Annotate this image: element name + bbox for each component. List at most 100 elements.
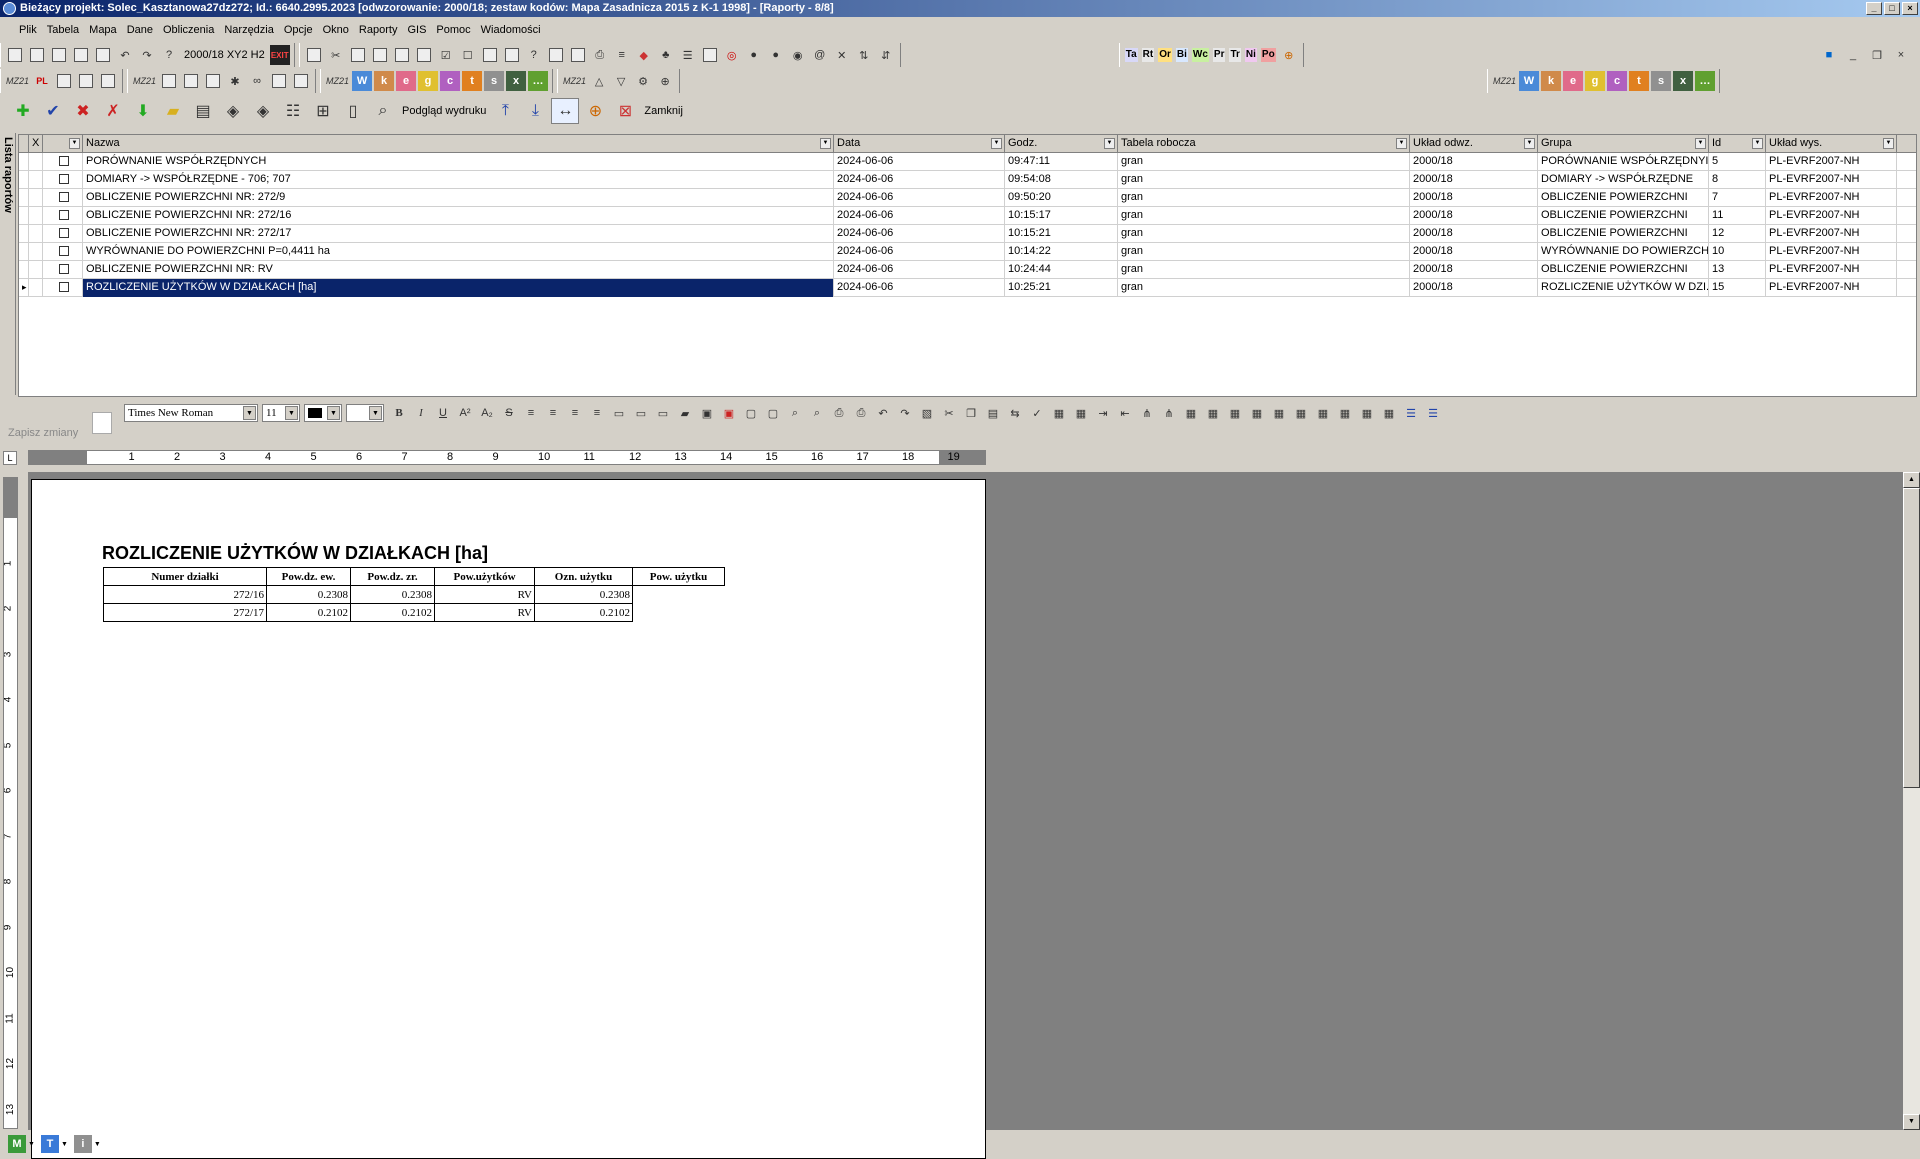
car-icon[interactable]: ● bbox=[744, 45, 764, 65]
w-layer-icon-2[interactable]: W bbox=[1519, 71, 1539, 91]
save-as-pdf-icon[interactable]: ▣ bbox=[719, 403, 739, 423]
cell-id[interactable]: 12 bbox=[1709, 225, 1766, 243]
add-report-icon[interactable]: ✚ bbox=[9, 98, 37, 124]
save-changes-label[interactable]: Zapisz zmiany bbox=[8, 427, 78, 439]
column-header-uklad[interactable]: Układ odwz. ▼ bbox=[1410, 135, 1538, 153]
cell-uklad_wys[interactable]: PL-EVRF2007-NH bbox=[1766, 225, 1897, 243]
column-header-godz[interactable]: Godz. ▼ bbox=[1005, 135, 1118, 153]
move-up-icon[interactable]: ⤒ bbox=[491, 98, 519, 124]
menu-item[interactable]: Opcje bbox=[279, 24, 318, 36]
uncheck-icon[interactable]: ☐ bbox=[458, 45, 478, 65]
column-header-x[interactable]: X bbox=[29, 135, 43, 153]
subscript-icon[interactable]: A₂ bbox=[477, 403, 497, 423]
chevron-down-icon[interactable]: ▼ bbox=[28, 1141, 35, 1148]
font-name-select[interactable]: Times New Roman ▼ bbox=[124, 404, 258, 422]
row-checkbox[interactable] bbox=[59, 192, 69, 202]
cell-uklad[interactable]: 2000/18 bbox=[1410, 207, 1538, 225]
open-doc-icon[interactable]: ▰ bbox=[675, 403, 695, 423]
target-icon[interactable]: ◎ bbox=[722, 45, 742, 65]
column-header-data[interactable]: Data ▼ bbox=[834, 135, 1005, 153]
export-icon[interactable] bbox=[49, 45, 69, 65]
k-layer-icon-2[interactable]: k bbox=[1541, 71, 1561, 91]
status-button[interactable]: T bbox=[40, 1135, 59, 1153]
horizontal-ruler[interactable]: 1 2 3 4 5 6 7 8 9 10 11 12 13 14 15 16 17 18 19 bbox=[28, 450, 986, 465]
strikethrough-icon[interactable]: S bbox=[499, 403, 519, 423]
scroll-up-button[interactable]: ▲ bbox=[1903, 472, 1920, 488]
cell-data[interactable]: 2024-06-06 bbox=[834, 279, 1005, 297]
chevron-down-icon[interactable]: ▼ bbox=[94, 1141, 101, 1148]
help-icon[interactable]: ? bbox=[159, 45, 179, 65]
down-triangle-icon[interactable]: ▽ bbox=[611, 71, 631, 91]
e-layer-icon-2[interactable]: e bbox=[1563, 71, 1583, 91]
menu-item[interactable]: Mapa bbox=[84, 24, 122, 36]
undo-doc-icon[interactable]: ↶ bbox=[873, 403, 893, 423]
line-tool-icon[interactable] bbox=[203, 71, 223, 91]
exit-icon[interactable]: EXIT bbox=[269, 45, 290, 65]
paste-doc-icon[interactable]: ▤ bbox=[983, 403, 1003, 423]
filter-dropdown-icon[interactable]: ▼ bbox=[820, 138, 831, 149]
filter-dropdown-icon[interactable]: ▼ bbox=[1524, 138, 1535, 149]
cell-nazwa[interactable]: PORÓWNANIE WSPÓŁRZĘDNYCH bbox=[83, 153, 834, 171]
table-props-icon[interactable]: ▦ bbox=[1071, 403, 1091, 423]
delete-all-icon[interactable]: ✗ bbox=[99, 98, 127, 124]
eraser-icon[interactable]: ◆ bbox=[634, 45, 654, 65]
document-page[interactable]: ROZLICZENIE UŻYTKÓW W DZIAŁKACH [ha] Num… bbox=[31, 479, 986, 1159]
table-e-icon[interactable]: ▦ bbox=[1269, 403, 1289, 423]
row-checkbox[interactable] bbox=[59, 246, 69, 256]
mdi-close-icon[interactable]: × bbox=[1891, 45, 1911, 65]
menu-item[interactable]: Wiadomości bbox=[476, 24, 546, 36]
symbol-icon[interactable] bbox=[159, 71, 179, 91]
column-header-nazwa[interactable]: Nazwa ▼ bbox=[83, 135, 834, 153]
column-header-uklad_wys[interactable]: Układ wys. ▼ bbox=[1766, 135, 1897, 153]
text-color-select[interactable]: ▼ bbox=[304, 404, 342, 422]
layer-tool-icon[interactable] bbox=[54, 71, 74, 91]
copy-doc-icon[interactable]: ❐ bbox=[961, 403, 981, 423]
cell-data[interactable]: 2024-06-06 bbox=[834, 153, 1005, 171]
filter-dropdown-icon[interactable]: ▼ bbox=[69, 138, 80, 149]
cell-nazwa[interactable]: OBLICZENIE POWIERZCHNI NR: 272/16 bbox=[83, 207, 834, 225]
table-row[interactable]: DOMIARY -> WSPÓŁRZĘDNE - 706; 707 2024-06… bbox=[19, 171, 1916, 189]
cell-id[interactable]: 10 bbox=[1709, 243, 1766, 261]
layer-chip[interactable]: Bi bbox=[1175, 48, 1188, 62]
text-tool-icon[interactable] bbox=[291, 71, 311, 91]
column-header-grupa[interactable]: Grupa ▼ bbox=[1538, 135, 1709, 153]
document-icon[interactable] bbox=[568, 45, 588, 65]
layer-chip[interactable]: Or bbox=[1158, 48, 1172, 62]
copy-window-icon[interactable] bbox=[700, 45, 720, 65]
t-layer-icon[interactable]: t bbox=[462, 71, 483, 91]
column-header-tabela[interactable]: Tabela robocza ▼ bbox=[1118, 135, 1410, 153]
undo-icon[interactable]: ↶ bbox=[115, 45, 135, 65]
folder-icon[interactable]: ▰ bbox=[159, 98, 187, 124]
cell-uklad_wys[interactable]: PL-EVRF2007-NH bbox=[1766, 189, 1897, 207]
lock-icon[interactable] bbox=[392, 45, 412, 65]
cell-id[interactable]: 5 bbox=[1709, 153, 1766, 171]
cell-id[interactable]: 13 bbox=[1709, 261, 1766, 279]
print-preview-button[interactable]: Podgląd wydruku bbox=[402, 105, 486, 117]
table-row[interactable]: WYRÓWNANIE DO POWIERZCHNI P=0,4411 ha 202… bbox=[19, 243, 1916, 261]
cut-icon[interactable]: ✂ bbox=[326, 45, 346, 65]
cell-nazwa[interactable]: OBLICZENIE POWIERZCHNI NR: 272/17 bbox=[83, 225, 834, 243]
align-center-icon[interactable]: ≡ bbox=[543, 403, 563, 423]
cell-uklad[interactable]: 2000/18 bbox=[1410, 261, 1538, 279]
cell-godz[interactable]: 10:14:22 bbox=[1005, 243, 1118, 261]
layer-chip[interactable]: Wc bbox=[1191, 48, 1209, 62]
row-checkbox[interactable] bbox=[59, 228, 69, 238]
s-layer-icon-2[interactable]: s bbox=[1651, 71, 1671, 91]
row-checkbox[interactable] bbox=[59, 282, 69, 292]
cell-uklad_wys[interactable]: PL-EVRF2007-NH bbox=[1766, 207, 1897, 225]
menu-item[interactable]: Pomoc bbox=[431, 24, 475, 36]
import-icon[interactable] bbox=[71, 45, 91, 65]
cell-tabela[interactable]: gran bbox=[1118, 207, 1410, 225]
globe-small-icon[interactable]: ◉ bbox=[788, 45, 808, 65]
cell-uklad[interactable]: 2000/18 bbox=[1410, 243, 1538, 261]
delete-row-icon[interactable] bbox=[370, 45, 390, 65]
table-f-icon[interactable]: ▦ bbox=[1291, 403, 1311, 423]
cell-uklad[interactable]: 2000/18 bbox=[1410, 189, 1538, 207]
split-cell-icon[interactable]: ⋔ bbox=[1137, 403, 1157, 423]
k-layer-icon[interactable]: k bbox=[374, 71, 395, 91]
cell-id[interactable]: 15 bbox=[1709, 279, 1766, 297]
cell-tabela[interactable]: gran bbox=[1118, 153, 1410, 171]
row-checkbox[interactable] bbox=[59, 264, 69, 274]
list-icon[interactable]: ≡ bbox=[612, 45, 632, 65]
table-row[interactable]: OBLICZENIE POWIERZCHNI NR: RV 2024-06-06 1… bbox=[19, 261, 1916, 279]
